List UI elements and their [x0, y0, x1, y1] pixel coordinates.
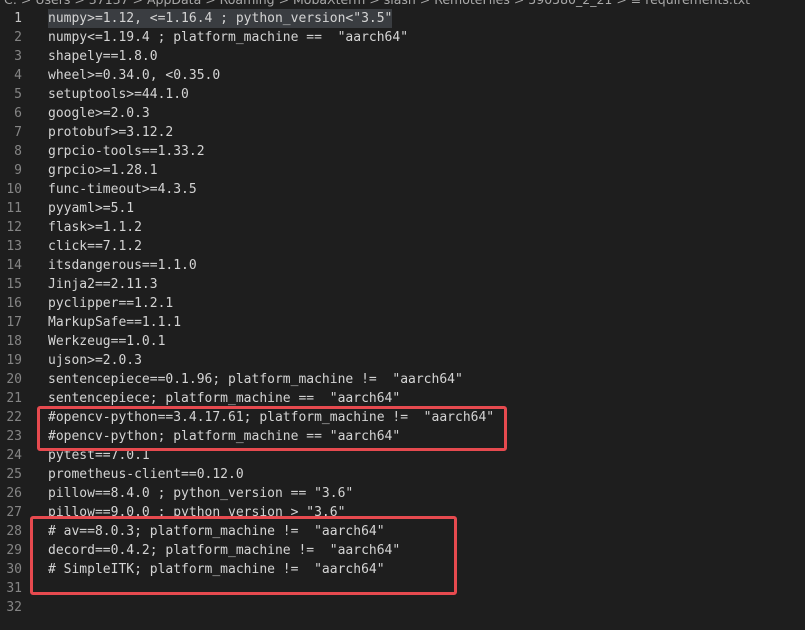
line-number: 6 [14, 106, 22, 121]
line-text[interactable]: click==7.1.2 [48, 237, 142, 256]
text-editor[interactable]: C: > Users > 37137 > AppData > Roaming >… [0, 0, 805, 630]
line-number: 22 [6, 410, 22, 425]
line-text[interactable]: wheel>=0.34.0, <0.35.0 [48, 66, 220, 85]
code-line: 20 sentencepiece==0.1.96; platform_machin… [0, 370, 805, 389]
code-line: 4 wheel>=0.34.0, <0.35.0 [0, 66, 805, 85]
line-number: 14 [6, 258, 22, 273]
line-number: 30 [6, 562, 22, 577]
code-line: 17 MarkupSafe==1.1.1 [0, 313, 805, 332]
line-text[interactable]: pyyaml>=5.1 [48, 199, 134, 218]
line-number: 3 [14, 49, 22, 64]
line-text[interactable]: prometheus-client==0.12.0 [48, 465, 244, 484]
code-line: 3 shapely==1.8.0 [0, 47, 805, 66]
line-text[interactable]: func-timeout>=4.3.5 [48, 180, 197, 199]
code-line: 10 func-timeout>=4.3.5 [0, 180, 805, 199]
line-text[interactable]: pyclipper==1.2.1 [48, 294, 173, 313]
line-text[interactable]: numpy<=1.19.4 ; platform_machine == "aar… [48, 28, 408, 47]
line-number: 31 [6, 581, 22, 596]
line-text[interactable]: itsdangerous==1.1.0 [48, 256, 197, 275]
code-line: 1 numpy>=1.12, <=1.16.4 ; python_version<… [0, 9, 805, 28]
line-number: 2 [14, 30, 22, 45]
code-line: 6 google>=2.0.3 [0, 104, 805, 123]
line-number: 27 [6, 505, 22, 520]
line-text[interactable]: setuptools>=44.1.0 [48, 85, 189, 104]
line-text[interactable]: pillow==8.4.0 ; python_version == "3.6" [48, 484, 353, 503]
line-text[interactable]: MarkupSafe==1.1.1 [48, 313, 181, 332]
line-number: 11 [6, 201, 22, 216]
line-text[interactable]: grpcio-tools==1.33.2 [48, 142, 205, 161]
code-line: 11 pyyaml>=5.1 [0, 199, 805, 218]
line-number: 28 [6, 524, 22, 539]
line-number: 1 [14, 11, 22, 26]
line-number: 9 [14, 163, 22, 178]
code-line: 2 numpy<=1.19.4 ; platform_machine == "aa… [0, 28, 805, 47]
code-line: 16 pyclipper==1.2.1 [0, 294, 805, 313]
line-text[interactable]: protobuf>=3.12.2 [48, 123, 173, 142]
code-line: 8 grpcio-tools==1.33.2 [0, 142, 805, 161]
line-number: 26 [6, 486, 22, 501]
line-number: 19 [6, 353, 22, 368]
breadcrumb[interactable]: C: > Users > 37137 > AppData > Roaming >… [0, 0, 805, 9]
code-line: 14 itsdangerous==1.1.0 [0, 256, 805, 275]
line-text[interactable]: numpy>=1.12, <=1.16.4 ; python_version<"… [48, 9, 393, 28]
line-number: 15 [6, 277, 22, 292]
code-line: 18 Werkzeug==1.0.1 [0, 332, 805, 351]
line-text[interactable]: shapely==1.8.0 [48, 47, 158, 66]
code-line: 25 prometheus-client==0.12.0 [0, 465, 805, 484]
line-number: 21 [6, 391, 22, 406]
code-line: 19 ujson>=2.0.3 [0, 351, 805, 370]
line-text[interactable]: Werkzeug==1.0.1 [48, 332, 165, 351]
code-line: 32 [0, 598, 805, 617]
code-line: 12 flask>=1.1.2 [0, 218, 805, 237]
line-number: 16 [6, 296, 22, 311]
line-number: 18 [6, 334, 22, 349]
annotation-box-av-decord [30, 516, 457, 595]
line-text[interactable]: sentencepiece==0.1.96; platform_machine … [48, 370, 463, 389]
line-number: 23 [6, 429, 22, 444]
line-number: 7 [14, 125, 22, 140]
code-line: 5 setuptools>=44.1.0 [0, 85, 805, 104]
code-line: 9 grpcio>=1.28.1 [0, 161, 805, 180]
code-line: 7 protobuf>=3.12.2 [0, 123, 805, 142]
line-text[interactable]: flask>=1.1.2 [48, 218, 142, 237]
line-number: 32 [6, 600, 22, 615]
line-text[interactable]: ujson>=2.0.3 [48, 351, 142, 370]
line-number: 8 [14, 144, 22, 159]
line-number: 13 [6, 239, 22, 254]
line-number: 24 [6, 448, 22, 463]
code-line: 26 pillow==8.4.0 ; python_version == "3.6… [0, 484, 805, 503]
line-text[interactable]: Jinja2==2.11.3 [48, 275, 158, 294]
line-number: 12 [6, 220, 22, 235]
annotation-box-opencv [37, 406, 507, 451]
line-number: 5 [14, 87, 22, 102]
code-line: 15 Jinja2==2.11.3 [0, 275, 805, 294]
code-line: 13 click==7.1.2 [0, 237, 805, 256]
line-text[interactable]: grpcio>=1.28.1 [48, 161, 158, 180]
line-number: 17 [6, 315, 22, 330]
line-text[interactable]: google>=2.0.3 [48, 104, 150, 123]
line-number: 29 [6, 543, 22, 558]
line-number: 25 [6, 467, 22, 482]
line-number: 10 [6, 182, 22, 197]
line-number: 4 [14, 68, 22, 83]
line-number: 20 [6, 372, 22, 387]
